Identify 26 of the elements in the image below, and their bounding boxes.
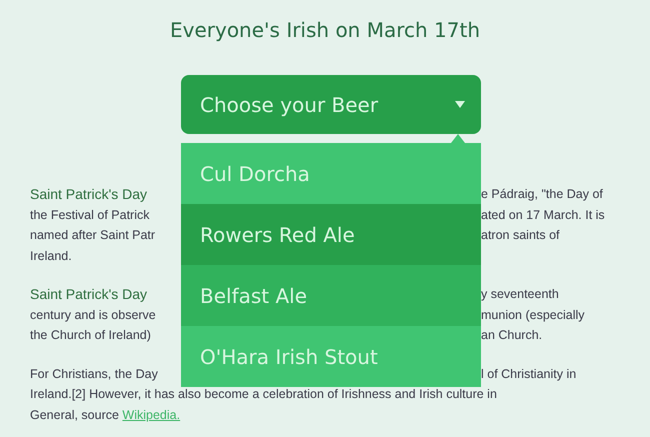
paragraph-text: the Church of Ireland) xyxy=(30,328,152,342)
paragraph-text: an Church. xyxy=(481,328,544,342)
paragraph-text: Ireland. xyxy=(30,248,73,263)
wikipedia-link[interactable]: Wikipedia. xyxy=(122,408,180,422)
paragraph-text: e Pádraig, "the Day of xyxy=(481,187,604,202)
caret-icon xyxy=(455,101,465,108)
paragraph-text: atron saints of xyxy=(481,228,561,242)
paragraph-text: century and is observe xyxy=(30,308,157,322)
paragraph-text: Ireland.[2] However, it has also become a celebration of Irishness and Irish culture in xyxy=(30,387,498,402)
pointer-icon xyxy=(451,134,465,143)
heading-fragment: Saint Patrick's Day xyxy=(30,186,148,202)
beer-option[interactable]: O'Hara Irish Stout xyxy=(181,326,481,387)
beer-option[interactable]: Belfast Ale xyxy=(181,265,481,326)
paragraph-text: General, source xyxy=(30,408,120,422)
beer-option[interactable]: Rowers Red Ale xyxy=(181,204,481,265)
paragraph-text: the Festival of Patrick xyxy=(30,208,150,222)
paragraph-text: For Christians, the Day xyxy=(30,366,159,381)
paragraph-text: y seventeenth xyxy=(481,287,560,302)
paragraph-text: named after Saint Patr xyxy=(30,228,156,242)
heading-fragment: Saint Patrick's Day xyxy=(30,286,148,302)
paragraph-text: ated on 17 March. It is xyxy=(481,208,606,222)
beer-dropdown[interactable]: Choose your Beer xyxy=(181,75,481,134)
paragraph-text: l of Christianity in xyxy=(481,366,578,381)
paragraph-text: munion (especially xyxy=(481,308,586,322)
beer-option[interactable]: Cul Dorcha xyxy=(181,143,481,204)
page-title: Everyone's Irish on March 17th xyxy=(168,17,482,42)
